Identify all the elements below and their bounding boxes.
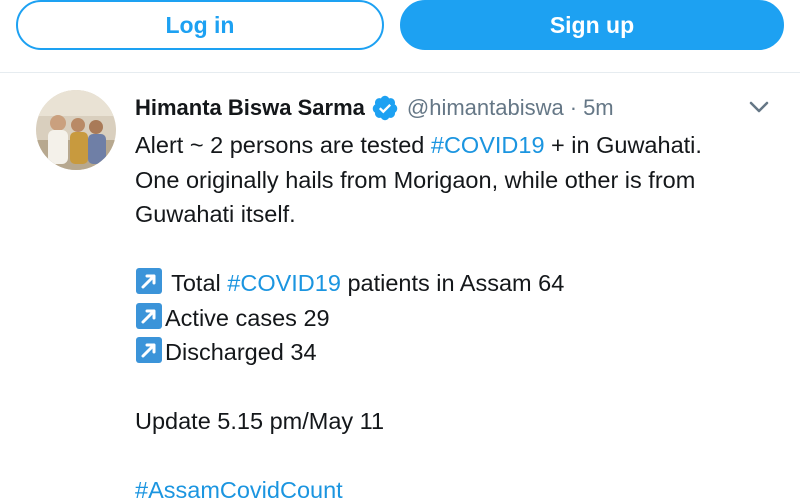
arrow-up-right-icon <box>135 267 163 295</box>
tweet-text: Active cases 29 <box>165 304 330 331</box>
tweet-line-1: Alert ~ 2 persons are tested #COVID19 + … <box>135 128 785 163</box>
separator-dot: · <box>569 95 578 120</box>
tweet-text: patients in Assam 64 <box>340 270 565 296</box>
tweet-line-3: Guwahati itself. <box>135 201 296 227</box>
tweet-header: Himanta Biswa Sarma @himantabiswa · 5m <box>135 92 785 124</box>
login-button[interactable]: Log in <box>16 0 384 50</box>
tweet-text: + in Guwahati. <box>544 132 702 158</box>
hashtag-covid19[interactable]: #COVID19 <box>431 132 545 158</box>
tweet-text: Alert ~ 2 persons are tested <box>135 132 431 158</box>
stat-discharged: Discharged 34 <box>135 335 785 370</box>
arrow-up-right-icon <box>135 336 163 364</box>
verified-badge-icon <box>371 94 399 122</box>
stat-active: Active cases 29 <box>135 301 785 336</box>
chevron-down-icon[interactable] <box>745 95 773 119</box>
hashtag-assamcovidcount[interactable]: #AssamCovidCount <box>135 473 785 500</box>
avatar[interactable] <box>36 90 116 170</box>
tweet-body: Alert ~ 2 persons are tested #COVID19 + … <box>135 128 785 500</box>
tweet-page: Log in Sign up Himanta Biswa Sarma @hima… <box>0 0 800 500</box>
auth-bar: Log in Sign up <box>0 0 800 73</box>
hashtag-covid19[interactable]: #COVID19 <box>227 270 341 296</box>
author-name[interactable]: Himanta Biswa Sarma <box>135 95 365 121</box>
tweet-timestamp[interactable]: 5m <box>583 95 614 121</box>
stat-total: Total #COVID19 patients in Assam 64 <box>135 266 785 301</box>
author-handle[interactable]: @himantabiswa <box>407 95 564 121</box>
tweet[interactable]: Himanta Biswa Sarma @himantabiswa · 5m A… <box>0 73 800 500</box>
tweet-line-2: One originally hails from Morigaon, whil… <box>135 166 696 193</box>
avatar-photo <box>36 90 116 170</box>
arrow-up-right-icon <box>135 302 163 330</box>
tweet-text: Discharged 34 <box>165 339 317 365</box>
signup-button[interactable]: Sign up <box>400 0 784 50</box>
tweet-text: Total <box>165 270 228 296</box>
update-time: Update 5.15 pm/May 11 <box>135 408 385 434</box>
